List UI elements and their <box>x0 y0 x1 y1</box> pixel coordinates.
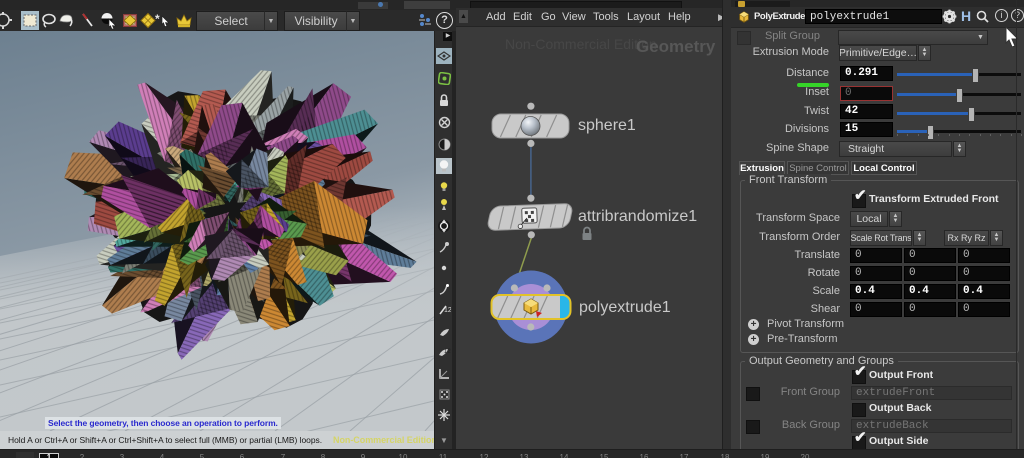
svg-text:12: 12 <box>444 349 451 355</box>
svg-text:12: 12 <box>444 307 451 314</box>
svg-text:*: * <box>155 12 160 26</box>
